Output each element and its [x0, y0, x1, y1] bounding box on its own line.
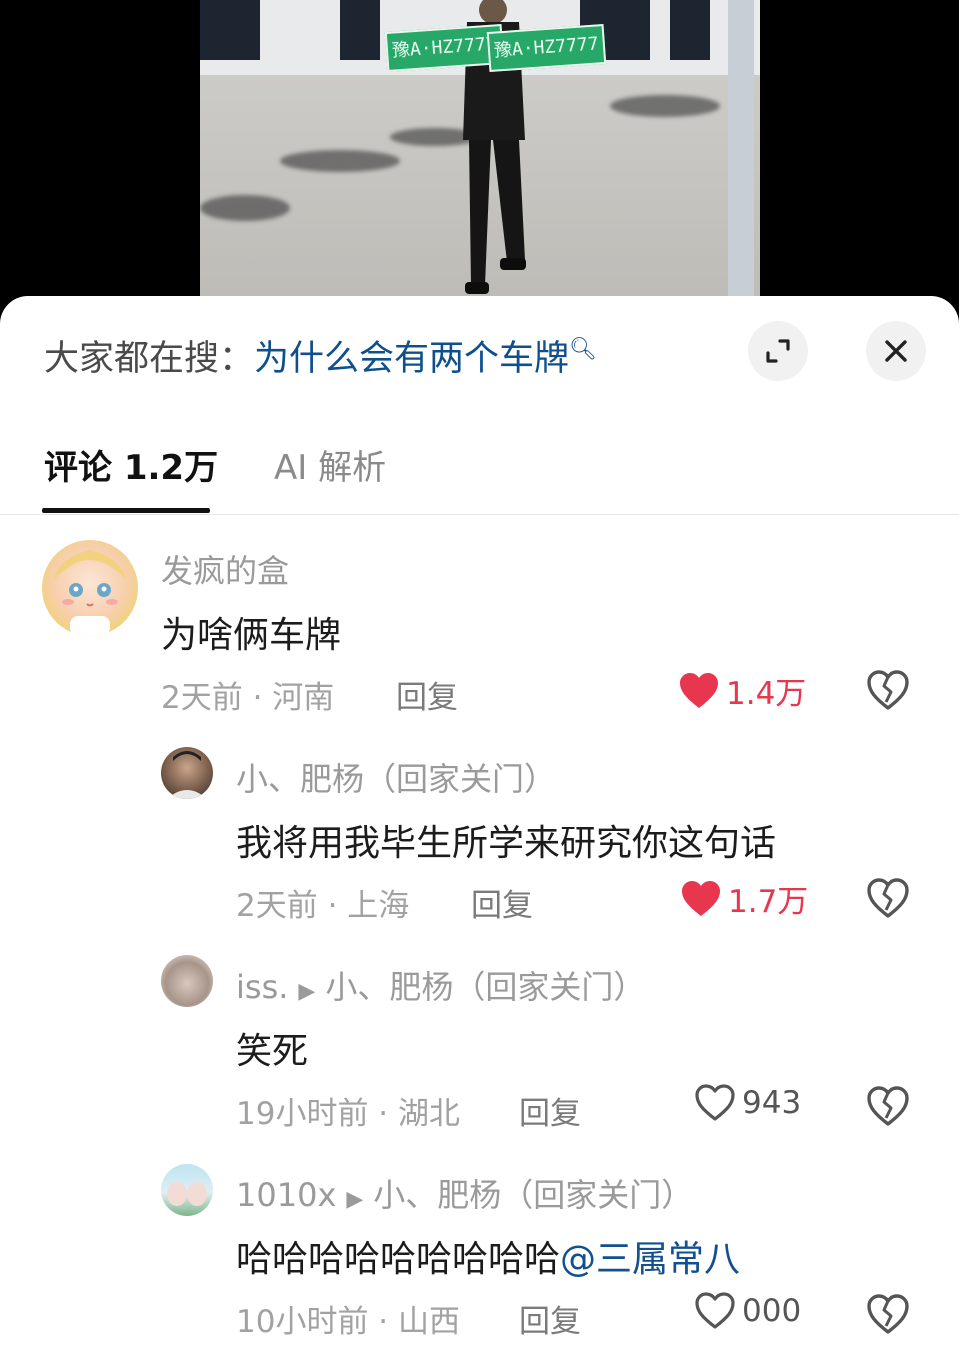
- heart-filled-icon: [680, 672, 718, 708]
- tabs-divider: [0, 514, 959, 515]
- comment-text: 我将用我毕生所学来研究你这句话: [236, 823, 777, 864]
- pole: [728, 0, 754, 310]
- reply-button[interactable]: 回复: [471, 880, 533, 925]
- comment-meta: 2天前 · 河南: [161, 680, 335, 716]
- like-button[interactable]: 000: [694, 1292, 801, 1330]
- comment-text: 哈哈哈哈哈哈哈哈哈@三属常八: [236, 1230, 740, 1282]
- reply-arrow-icon: ▶: [346, 1187, 364, 1212]
- avatar[interactable]: [42, 540, 138, 636]
- avatar[interactable]: [161, 747, 213, 799]
- like-count: 1.7万: [728, 884, 809, 920]
- like-count: 1.4万: [726, 676, 807, 712]
- dislike-heart-icon[interactable]: [866, 668, 910, 712]
- trending-search-prefix: 大家都在搜：: [44, 339, 255, 379]
- expand-button[interactable]: [748, 321, 808, 381]
- active-tab-indicator: [42, 508, 210, 513]
- avatar[interactable]: [161, 955, 213, 1007]
- heart-outline-icon: [695, 1084, 735, 1121]
- tab-comments[interactable]: 评论 1.2万: [44, 440, 218, 489]
- dislike-heart-icon[interactable]: [866, 1084, 910, 1128]
- heart-filled-icon: [682, 880, 720, 916]
- like-count: 000: [742, 1293, 802, 1329]
- video-frame: 豫A·HZ7777 豫A·HZ7777: [200, 0, 760, 310]
- like-count: 943: [742, 1085, 802, 1121]
- comment-text: 为啥俩车牌: [161, 615, 342, 656]
- trending-search-query[interactable]: 为什么会有两个车牌: [254, 339, 569, 379]
- like-button[interactable]: 1.4万: [678, 668, 806, 713]
- comment-text-body: 哈哈哈哈哈哈哈哈哈: [236, 1239, 561, 1280]
- comment-meta: 2天前 · 上海: [236, 888, 410, 924]
- video-player[interactable]: 豫A·HZ7777 豫A·HZ7777: [0, 0, 959, 310]
- avatar-photo: [167, 751, 207, 799]
- replied-to-username[interactable]: 小、肥杨（回家关门）: [325, 968, 645, 1006]
- dislike-heart-icon[interactable]: [866, 1292, 910, 1336]
- comment-text: 笑死: [236, 1031, 309, 1072]
- tab-ai-analysis[interactable]: AI 解析: [274, 440, 386, 489]
- dislike-heart-icon[interactable]: [866, 876, 910, 920]
- mention-link[interactable]: @三属常八: [560, 1239, 740, 1280]
- heart-outline-icon: [695, 1292, 735, 1329]
- comment-meta: 10小时前 · 山西: [236, 1304, 461, 1340]
- expand-icon: [766, 339, 790, 363]
- license-plate-right: 豫A·HZ7777: [486, 23, 606, 73]
- like-button[interactable]: 1.7万: [680, 876, 808, 921]
- comment-meta: 19小时前 · 湖北: [236, 1096, 461, 1132]
- reply-button[interactable]: 回复: [519, 1088, 581, 1133]
- replied-to-username[interactable]: 小、肥杨（回家关门）: [373, 1176, 693, 1214]
- comment-reply-header: 1010x ▶ 小、肥杨（回家关门）: [236, 1170, 693, 1216]
- comment-username[interactable]: 1010x: [236, 1176, 336, 1214]
- reply-button[interactable]: 回复: [396, 672, 458, 717]
- search-icon: 🔍︎: [569, 337, 597, 362]
- like-button[interactable]: 943: [694, 1084, 801, 1122]
- reply-button[interactable]: 回复: [519, 1296, 581, 1341]
- avatar-illustration: [167, 1182, 207, 1206]
- comment-username[interactable]: iss.: [236, 968, 288, 1006]
- avatar-illustration: [54, 550, 126, 636]
- close-button[interactable]: [866, 321, 926, 381]
- close-icon: [885, 340, 907, 362]
- trending-search[interactable]: 大家都在搜：为什么会有两个车牌🔍︎: [44, 330, 597, 381]
- comment-username[interactable]: 发疯的盒: [161, 546, 289, 592]
- avatar[interactable]: [161, 1164, 213, 1216]
- reply-arrow-icon: ▶: [298, 979, 316, 1004]
- comment-reply-header: iss. ▶ 小、肥杨（回家关门）: [236, 962, 645, 1008]
- comment-username[interactable]: 小、肥杨（回家关门）: [236, 754, 556, 800]
